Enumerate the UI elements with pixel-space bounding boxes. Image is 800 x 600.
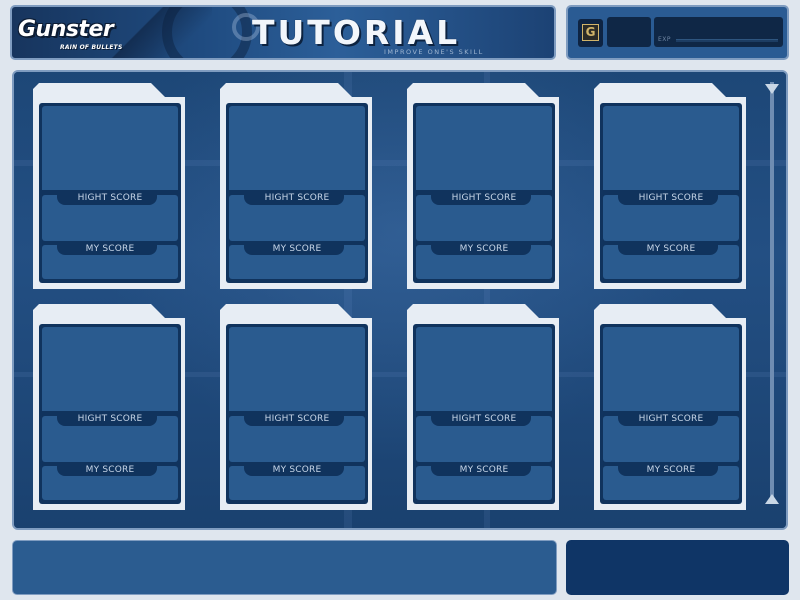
card-thumbnail bbox=[229, 327, 365, 411]
exp-bar bbox=[676, 39, 778, 42]
exp-box: EXP bbox=[654, 17, 783, 47]
player-level-box bbox=[607, 17, 651, 47]
my-score-label: MY SCORE bbox=[272, 244, 322, 254]
card-body: HIGHT SCORE MY SCORE bbox=[413, 103, 555, 283]
logo-tagline: RAIN OF BULLETS bbox=[60, 44, 123, 51]
high-score-label: HIGHT SCORE bbox=[638, 193, 704, 203]
tutorial-card[interactable]: HIGHT SCORE MY SCORE bbox=[407, 304, 565, 510]
my-score-label: MY SCORE bbox=[272, 465, 322, 475]
card-body: HIGHT SCORE MY SCORE bbox=[226, 103, 368, 283]
card-thumbnail bbox=[229, 106, 365, 190]
tutorial-card[interactable]: HIGHT SCORE MY SCORE bbox=[33, 83, 191, 289]
game-logo: Gunster RAIN OF BULLETS bbox=[18, 17, 136, 55]
card-body: HIGHT SCORE MY SCORE bbox=[600, 324, 742, 504]
card-thumbnail bbox=[603, 327, 739, 411]
card-thumbnail bbox=[416, 327, 552, 411]
triangle-up-icon[interactable] bbox=[765, 494, 779, 504]
card-body: HIGHT SCORE MY SCORE bbox=[600, 103, 742, 283]
my-score-label: MY SCORE bbox=[85, 244, 135, 254]
high-score-label: HIGHT SCORE bbox=[264, 414, 330, 424]
scrollbar-track[interactable] bbox=[770, 82, 774, 500]
title-banner: Gunster RAIN OF BULLETS TUTORIAL IMPROVE… bbox=[10, 5, 556, 60]
exp-label: EXP bbox=[658, 36, 672, 43]
card-thumbnail bbox=[416, 106, 552, 190]
my-score-label: MY SCORE bbox=[85, 465, 135, 475]
high-score-label: HIGHT SCORE bbox=[77, 193, 143, 203]
high-score-label: HIGHT SCORE bbox=[451, 414, 517, 424]
triangle-down-icon[interactable] bbox=[765, 84, 779, 94]
my-score-label: MY SCORE bbox=[459, 244, 509, 254]
grade-g-icon: G bbox=[582, 24, 599, 41]
page-title: TUTORIAL bbox=[252, 13, 461, 52]
high-score-label: HIGHT SCORE bbox=[264, 193, 330, 203]
tutorial-card[interactable]: HIGHT SCORE MY SCORE bbox=[407, 83, 565, 289]
logo-wordmark: Gunster bbox=[18, 17, 114, 42]
card-body: HIGHT SCORE MY SCORE bbox=[413, 324, 555, 504]
description-panel bbox=[12, 540, 557, 595]
tutorial-card[interactable]: HIGHT SCORE MY SCORE bbox=[594, 304, 752, 510]
action-panel bbox=[566, 540, 789, 595]
page-subtitle: IMPROVE ONE'S SKILL bbox=[384, 48, 484, 56]
player-info-panel: G EXP bbox=[566, 5, 789, 60]
game-screen: Gunster RAIN OF BULLETS TUTORIAL IMPROVE… bbox=[0, 0, 800, 600]
tutorial-card[interactable]: HIGHT SCORE MY SCORE bbox=[594, 83, 752, 289]
high-score-label: HIGHT SCORE bbox=[638, 414, 704, 424]
grade-slot: G bbox=[578, 19, 603, 47]
card-body: HIGHT SCORE MY SCORE bbox=[39, 324, 181, 504]
tutorial-card[interactable]: HIGHT SCORE MY SCORE bbox=[33, 304, 191, 510]
my-score-label: MY SCORE bbox=[646, 244, 696, 254]
my-score-label: MY SCORE bbox=[459, 465, 509, 475]
card-body: HIGHT SCORE MY SCORE bbox=[39, 103, 181, 283]
tutorial-card[interactable]: HIGHT SCORE MY SCORE bbox=[220, 83, 378, 289]
card-thumbnail bbox=[42, 106, 178, 190]
card-thumbnail bbox=[42, 327, 178, 411]
my-score-label: MY SCORE bbox=[646, 465, 696, 475]
card-thumbnail bbox=[603, 106, 739, 190]
card-body: HIGHT SCORE MY SCORE bbox=[226, 324, 368, 504]
tutorial-card[interactable]: HIGHT SCORE MY SCORE bbox=[220, 304, 378, 510]
high-score-label: HIGHT SCORE bbox=[77, 414, 143, 424]
high-score-label: HIGHT SCORE bbox=[451, 193, 517, 203]
